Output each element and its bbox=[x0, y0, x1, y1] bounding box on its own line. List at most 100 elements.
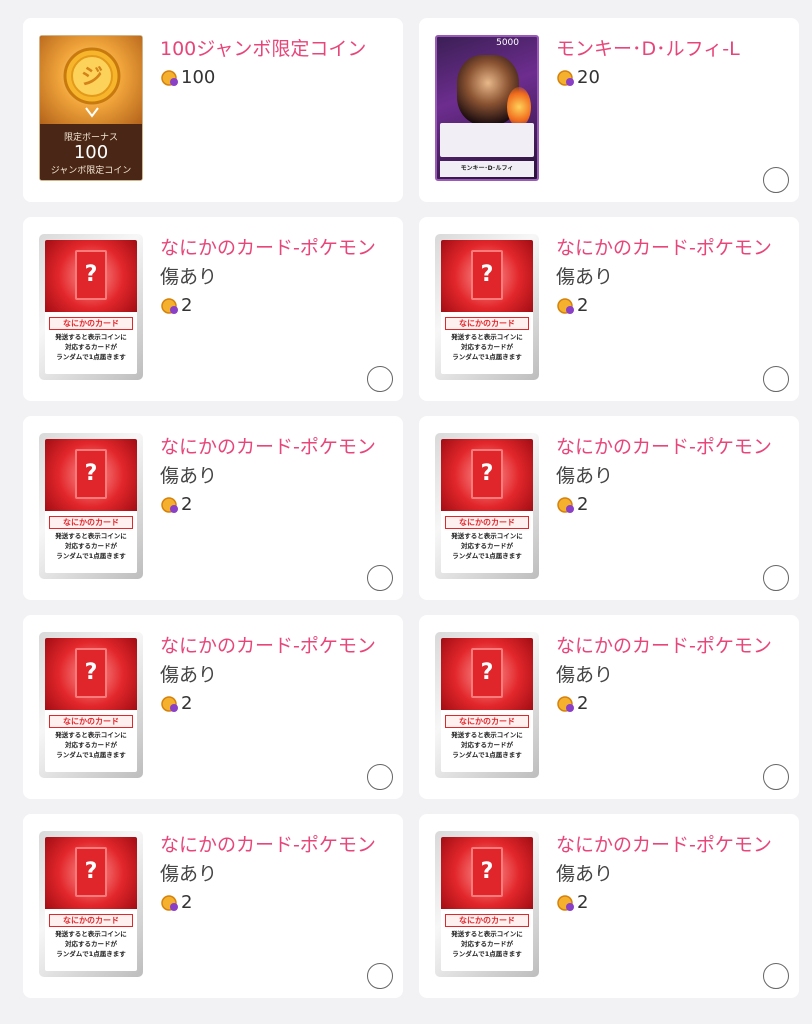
bonus-caption: 限定ボーナス 100 ジャンボ限定コイン bbox=[40, 124, 142, 180]
mystery-card-image: ? なにかのカード 発送すると表示コインに 対応するカードが ランダムで1点届き… bbox=[435, 831, 539, 977]
item-price: 2 bbox=[160, 295, 386, 317]
item-price-value: 2 bbox=[181, 494, 193, 515]
mystery-card-inner: ? なにかのカード 発送すると表示コインに 対応するカードが ランダムで1点届き… bbox=[45, 638, 137, 772]
mystery-card-inner: ? なにかのカード 発送すると表示コインに 対応するカードが ランダムで1点届き… bbox=[441, 837, 533, 971]
item-thumbnail: ? なにかのカード 発送すると表示コインに 対応するカードが ランダムで1点届き… bbox=[435, 234, 539, 380]
mystery-card-desc-2: 対応するカードが bbox=[65, 741, 117, 749]
mystery-card-desc-2: 対応するカードが bbox=[461, 343, 513, 351]
item-name: なにかのカード-ポケモン bbox=[556, 834, 772, 856]
item-card[interactable]: ? なにかのカード 発送すると表示コインに 対応するカードが ランダムで1点届き… bbox=[419, 217, 799, 401]
mystery-card-desc-2: 対応するカードが bbox=[65, 940, 117, 948]
card-name-bar: モンキー･D･ルフィ bbox=[440, 161, 534, 177]
item-thumbnail: ? なにかのカード 発送すると表示コインに 対応するカードが ランダムで1点届き… bbox=[435, 831, 539, 977]
item-info: モンキー･D･ルフィ-L 20 bbox=[556, 36, 782, 89]
coin-icon bbox=[161, 70, 178, 86]
item-price-value: 2 bbox=[181, 892, 193, 913]
item-price: 2 bbox=[160, 693, 386, 715]
item-condition: 傷あり bbox=[556, 465, 614, 487]
mystery-card-art: ? bbox=[441, 439, 533, 511]
mystery-card-title: なにかのカード bbox=[49, 516, 133, 529]
mystery-card-inner: ? なにかのカード 発送すると表示コインに 対応するカードが ランダムで1点届き… bbox=[45, 439, 137, 573]
question-mark-icon: ? bbox=[471, 847, 503, 897]
item-card[interactable]: ? なにかのカード 発送すると表示コインに 対応するカードが ランダムで1点届き… bbox=[419, 615, 799, 799]
mystery-card-desc-3: ランダムで1点届きます bbox=[452, 751, 522, 759]
mystery-card-desc-1: 発送すると表示コインに bbox=[451, 930, 523, 938]
mystery-card-image: ? なにかのカード 発送すると表示コインに 対応するカードが ランダムで1点届き… bbox=[39, 831, 143, 977]
mystery-card-title: なにかのカード bbox=[49, 914, 133, 927]
item-info: なにかのカード-ポケモン 傷あり 2 bbox=[160, 434, 386, 516]
item-info: なにかのカード-ポケモン 傷あり 2 bbox=[160, 235, 386, 317]
mystery-card-inner: ? なにかのカード 発送すると表示コインに 対応するカードが ランダムで1点届き… bbox=[45, 240, 137, 374]
mystery-card-desc-3: ランダムで1点届きます bbox=[56, 353, 126, 361]
item-price-value: 2 bbox=[577, 693, 589, 714]
mystery-card-desc-2: 対応するカードが bbox=[65, 542, 117, 550]
card-text-box bbox=[440, 123, 534, 157]
item-price: 2 bbox=[556, 494, 782, 516]
question-mark-icon: ? bbox=[471, 250, 503, 300]
item-name: 100ジャンボ限定コイン bbox=[160, 38, 367, 60]
item-card[interactable]: ? なにかのカード 発送すると表示コインに 対応するカードが ランダムで1点届き… bbox=[23, 416, 403, 600]
item-condition: 傷あり bbox=[160, 863, 218, 885]
coin-icon bbox=[557, 696, 574, 712]
item-card[interactable]: ? なにかのカード 発送すると表示コインに 対応するカードが ランダムで1点届き… bbox=[23, 217, 403, 401]
select-radio[interactable] bbox=[763, 167, 789, 193]
coin-icon bbox=[557, 497, 574, 513]
mystery-card-desc-1: 発送すると表示コインに bbox=[451, 333, 523, 341]
mystery-card-desc-1: 発送すると表示コインに bbox=[55, 532, 127, 540]
select-radio[interactable] bbox=[763, 963, 789, 989]
coin-icon bbox=[161, 895, 178, 911]
question-mark-icon: ? bbox=[471, 449, 503, 499]
select-radio[interactable] bbox=[367, 366, 393, 392]
mystery-card-title: なにかのカード bbox=[49, 715, 133, 728]
mystery-card-desc-1: 発送すると表示コインに bbox=[55, 930, 127, 938]
question-mark-icon: ? bbox=[75, 250, 107, 300]
mystery-card-image: ? なにかのカード 発送すると表示コインに 対応するカードが ランダムで1点届き… bbox=[435, 234, 539, 380]
item-thumbnail: ? なにかのカード 発送すると表示コインに 対応するカードが ランダムで1点届き… bbox=[435, 433, 539, 579]
select-radio[interactable] bbox=[367, 565, 393, 591]
item-card[interactable]: ? なにかのカード 発送すると表示コインに 対応するカードが ランダムで1点届き… bbox=[23, 615, 403, 799]
item-card[interactable]: ? なにかのカード 発送すると表示コインに 対応するカードが ランダムで1点届き… bbox=[419, 416, 799, 600]
bonus-label: 限定ボーナス bbox=[63, 133, 118, 143]
item-grid: ジ 限定ボーナス 100 ジャンボ限定コイン 100ジャンボ限定コイン 100 bbox=[0, 0, 812, 1024]
item-card[interactable]: ? なにかのカード 発送すると表示コインに 対応するカードが ランダムで1点届き… bbox=[419, 814, 799, 998]
select-radio[interactable] bbox=[763, 764, 789, 790]
item-price-value: 2 bbox=[181, 295, 193, 316]
item-price-value: 2 bbox=[577, 892, 589, 913]
mystery-card-desc-3: ランダムで1点届きます bbox=[56, 751, 126, 759]
mystery-card-inner: ? なにかのカード 発送すると表示コインに 対応するカードが ランダムで1点届き… bbox=[45, 837, 137, 971]
mystery-card-desc-3: ランダムで1点届きます bbox=[452, 950, 522, 958]
item-condition: 傷あり bbox=[160, 266, 218, 288]
item-name: なにかのカード-ポケモン bbox=[556, 635, 772, 657]
item-card[interactable]: 5000 モンキー･D･ルフィ モンキー･D･ルフィ-L 20 bbox=[419, 18, 799, 202]
mystery-card-image: ? なにかのカード 発送すると表示コインに 対応するカードが ランダムで1点届き… bbox=[39, 632, 143, 778]
luffy-card-image: 5000 モンキー･D･ルフィ bbox=[435, 35, 539, 181]
item-card[interactable]: ? なにかのカード 発送すると表示コインに 対応するカードが ランダムで1点届き… bbox=[23, 814, 403, 998]
item-info: なにかのカード-ポケモン 傷あり 2 bbox=[556, 235, 782, 317]
coin-icon bbox=[161, 696, 178, 712]
item-info: なにかのカード-ポケモン 傷あり 2 bbox=[556, 832, 782, 914]
item-card[interactable]: ジ 限定ボーナス 100 ジャンボ限定コイン 100ジャンボ限定コイン 100 bbox=[23, 18, 403, 202]
fire-effect bbox=[507, 87, 531, 127]
question-mark-icon: ? bbox=[75, 847, 107, 897]
mystery-card-title: なにかのカード bbox=[445, 715, 529, 728]
question-mark-icon: ? bbox=[75, 648, 107, 698]
item-price-value: 2 bbox=[577, 295, 589, 316]
item-thumbnail: ジ 限定ボーナス 100 ジャンボ限定コイン bbox=[39, 35, 143, 181]
select-radio[interactable] bbox=[367, 764, 393, 790]
select-radio[interactable] bbox=[763, 366, 789, 392]
mystery-card-art: ? bbox=[45, 240, 137, 312]
item-price: 100 bbox=[160, 67, 386, 89]
mystery-card-desc-3: ランダムで1点届きます bbox=[452, 353, 522, 361]
mystery-card-desc-2: 対応するカードが bbox=[461, 542, 513, 550]
mystery-card-image: ? なにかのカード 発送すると表示コインに 対応するカードが ランダムで1点届き… bbox=[39, 433, 143, 579]
bonus-coin-image: ジ 限定ボーナス 100 ジャンボ限定コイン bbox=[39, 35, 143, 181]
item-price: 2 bbox=[160, 494, 386, 516]
mystery-card-desc-1: 発送すると表示コインに bbox=[55, 731, 127, 739]
select-radio[interactable] bbox=[367, 963, 393, 989]
item-price-value: 20 bbox=[577, 67, 600, 88]
item-thumbnail: ? なにかのカード 発送すると表示コインに 対応するカードが ランダムで1点届き… bbox=[39, 632, 143, 778]
mystery-card-art: ? bbox=[45, 638, 137, 710]
select-radio[interactable] bbox=[763, 565, 789, 591]
mystery-card-title: なにかのカード bbox=[445, 516, 529, 529]
bonus-amount: 100 bbox=[73, 142, 109, 163]
